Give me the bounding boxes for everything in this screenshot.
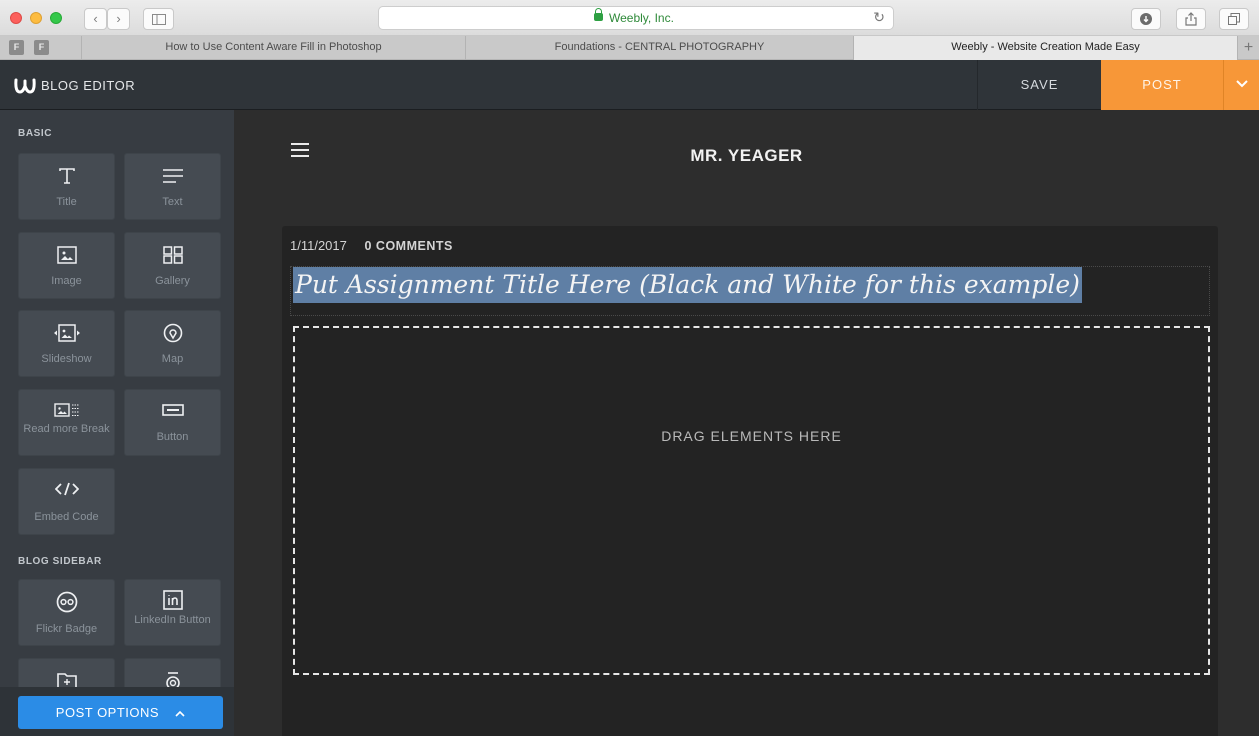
editor-header: BLOG EDITOR SAVE POST (0, 60, 1259, 110)
close-window-button[interactable] (10, 12, 22, 24)
sidebar-icon (151, 14, 166, 25)
back-button[interactable]: ‹ (84, 8, 107, 30)
post-comments-count: 0 COMMENTS (364, 239, 453, 253)
slideshow-icon (19, 321, 114, 345)
element-label: Title (56, 196, 77, 208)
post-title-text[interactable]: Put Assignment Title Here (Black and Whi… (293, 267, 1082, 303)
chevron-up-icon (175, 710, 185, 717)
tabs-icon (1228, 13, 1240, 25)
element-flickr-badge[interactable]: Flickr Badge (18, 579, 115, 646)
app-title: BLOG EDITOR (41, 78, 136, 93)
post-options-bar: POST OPTIONS (0, 687, 234, 736)
element-title[interactable]: Title (18, 153, 115, 220)
sidebar-toggle-button[interactable] (143, 8, 174, 30)
pinned-tab-favicon[interactable]: F (9, 40, 24, 55)
element-label: Gallery (155, 275, 190, 287)
element-label: LinkedIn Button (134, 614, 211, 626)
forward-button[interactable]: › (107, 8, 130, 30)
share-icon (1185, 12, 1197, 26)
element-label: Read more Break (23, 423, 110, 435)
tab-bar: F F How to Use Content Aware Fill in Pho… (0, 36, 1259, 60)
element-image[interactable]: Image (18, 232, 115, 299)
gallery-icon (125, 243, 220, 267)
section-label-basic: BASIC (18, 128, 53, 139)
minimize-window-button[interactable] (30, 12, 42, 24)
post-options-button[interactable]: POST OPTIONS (18, 696, 223, 729)
editor-canvas: MR. YEAGER 1/11/2017 0 COMMENTS Put Assi… (234, 110, 1259, 736)
read-more-icon (19, 398, 114, 422)
post-dropdown-button[interactable] (1223, 60, 1259, 110)
tabs-overview-button[interactable] (1219, 8, 1249, 30)
element-read-more-break[interactable]: Read more Break (18, 389, 115, 456)
title-icon (19, 164, 114, 188)
element-label: Image (51, 275, 82, 287)
map-pin-icon (125, 321, 220, 345)
post-date: 1/11/2017 (290, 238, 347, 253)
flickr-icon (19, 590, 114, 614)
post-title-field[interactable]: Put Assignment Title Here (Black and Whi… (290, 266, 1210, 316)
element-label: Slideshow (41, 353, 92, 365)
drop-zone-label: DRAG ELEMENTS HERE (661, 428, 842, 444)
element-label: Embed Code (34, 511, 99, 523)
reload-icon[interactable]: ↻ (873, 9, 885, 26)
element-slideshow[interactable]: Slideshow (18, 310, 115, 377)
blog-post-area: 1/11/2017 0 COMMENTS Put Assignment Titl… (282, 226, 1218, 736)
downloads-button[interactable] (1131, 8, 1161, 30)
linkedin-icon (125, 588, 220, 612)
code-icon (19, 477, 114, 501)
address-text: Weebly, Inc. (609, 11, 674, 25)
element-map[interactable]: Map (124, 310, 221, 377)
image-icon (19, 243, 114, 267)
pinned-tab-favicon[interactable]: F (34, 40, 49, 55)
post-button[interactable]: POST (1101, 60, 1223, 110)
element-text[interactable]: Text (124, 153, 221, 220)
element-embed-code[interactable]: Embed Code (18, 468, 115, 535)
chevron-down-icon (1236, 80, 1248, 88)
new-tab-button[interactable]: + (1237, 36, 1259, 60)
post-meta: 1/11/2017 0 COMMENTS (290, 238, 453, 253)
share-button[interactable] (1176, 8, 1206, 30)
download-icon (1140, 13, 1152, 25)
element-label: Map (161, 353, 184, 365)
drop-zone[interactable]: DRAG ELEMENTS HERE (293, 326, 1210, 675)
element-linkedin-button[interactable]: LinkedIn Button (124, 579, 221, 646)
weebly-logo-icon (14, 78, 36, 94)
browser-tab-active[interactable]: Weebly - Website Creation Made Easy (853, 36, 1237, 60)
save-button[interactable]: SAVE (977, 60, 1101, 110)
site-title[interactable]: MR. YEAGER (234, 146, 1259, 166)
element-label: Text (162, 196, 183, 208)
post-options-label: POST OPTIONS (55, 705, 160, 720)
browser-tab[interactable]: How to Use Content Aware Fill in Photosh… (81, 36, 465, 60)
element-button[interactable]: Button (124, 389, 221, 456)
text-icon (125, 164, 220, 188)
element-label: Button (156, 431, 189, 443)
browser-toolbar: ‹ › Weebly, Inc. ↻ (0, 0, 1259, 36)
elements-sidebar: BASIC Title Text Image Gallery Slideshow (0, 110, 234, 736)
element-label: Flickr Badge (35, 623, 98, 635)
lock-icon (594, 8, 603, 21)
zoom-window-button[interactable] (50, 12, 62, 24)
browser-tab[interactable]: Foundations - CENTRAL PHOTOGRAPHY (465, 36, 853, 60)
element-gallery[interactable]: Gallery (124, 232, 221, 299)
button-icon (125, 398, 220, 422)
section-label-blog-sidebar: BLOG SIDEBAR (18, 556, 102, 567)
address-bar[interactable]: Weebly, Inc. ↻ (378, 6, 894, 30)
